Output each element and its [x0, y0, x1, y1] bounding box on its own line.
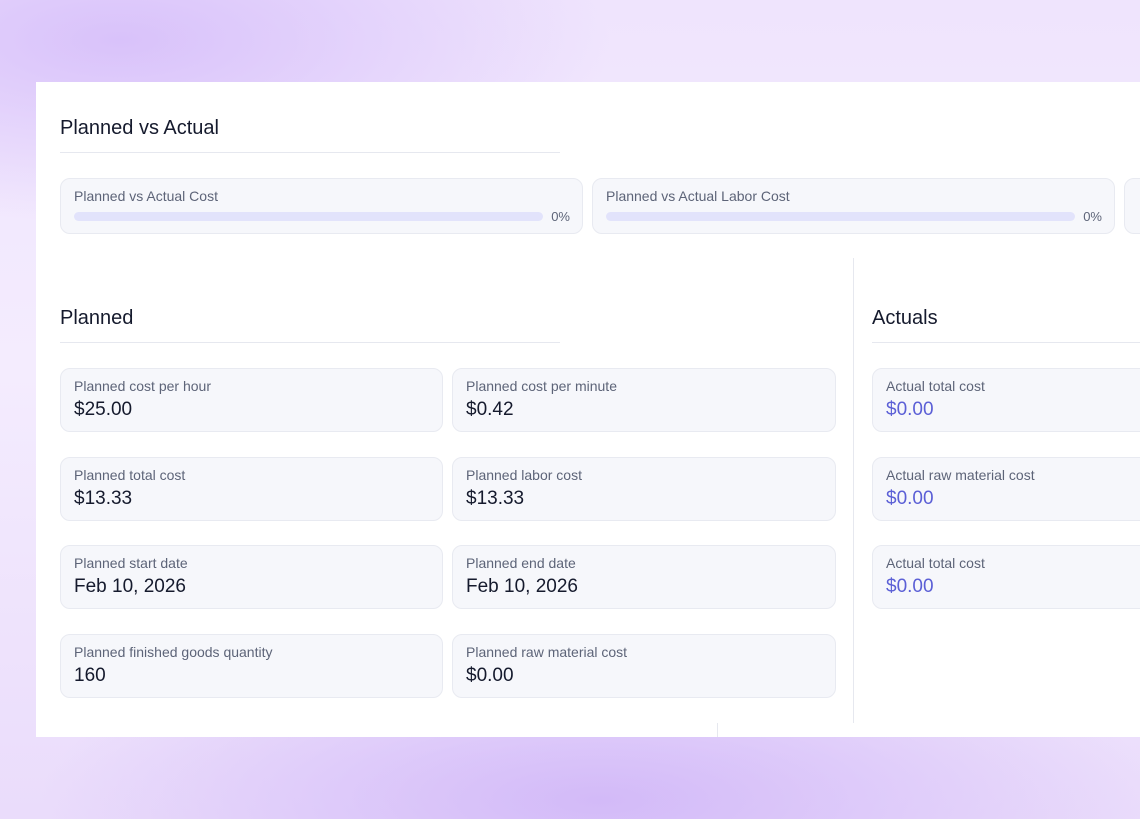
- card-label: Planned finished goods quantity: [74, 644, 273, 660]
- card-value: $0.00: [466, 665, 514, 686]
- card-label: Planned raw material cost: [466, 644, 628, 660]
- card-value: Feb 10, 2026: [74, 576, 186, 597]
- card-actual-raw-material-cost: Actual raw material cost $0.00: [872, 457, 1140, 521]
- section-divider: [60, 152, 560, 153]
- card-label: Planned cost per minute: [466, 378, 617, 394]
- progress-bar-labor-cost: [606, 212, 1075, 221]
- card-planned-start-date: Planned start date Feb 10, 2026: [60, 545, 443, 609]
- column-divider-bottom: [717, 723, 718, 737]
- card-label: Planned labor cost: [466, 467, 582, 483]
- card-value: $13.33: [74, 488, 133, 509]
- card-label: Planned cost per hour: [74, 378, 211, 394]
- section-divider: [60, 342, 560, 343]
- card-planned-total-cost: Planned total cost $13.33: [60, 457, 443, 521]
- card-value: 160: [74, 665, 106, 686]
- planned-vs-actual-panel: Planned vs Actual Planned vs Actual Cost…: [36, 82, 1140, 737]
- card-value: $13.33: [466, 488, 525, 509]
- metric-card-labor-cost: Planned vs Actual Labor Cost 0%: [592, 178, 1115, 234]
- card-value: Feb 10, 2026: [466, 576, 578, 597]
- metric-card-cost: Planned vs Actual Cost 0%: [60, 178, 583, 234]
- card-label: Actual raw material cost: [886, 467, 1035, 483]
- section-title-actuals: Actuals: [872, 307, 938, 329]
- card-planned-raw-material-cost: Planned raw material cost $0.00: [452, 634, 836, 698]
- metric-card-partial: [1124, 178, 1140, 234]
- card-actual-total-cost: Actual total cost $0.00: [872, 368, 1140, 432]
- progress-percent: 0%: [1083, 209, 1102, 224]
- card-value: $0.00: [886, 488, 934, 509]
- column-divider: [853, 258, 854, 723]
- card-value: $0.00: [886, 576, 934, 597]
- card-label: Planned total cost: [74, 467, 186, 483]
- card-value: $0.42: [466, 399, 514, 420]
- progress-percent: 0%: [551, 209, 570, 224]
- section-title-planned-vs-actual: Planned vs Actual: [60, 117, 219, 139]
- card-actual-total-cost-2: Actual total cost $0.00: [872, 545, 1140, 609]
- card-planned-cost-per-minute: Planned cost per minute $0.42: [452, 368, 836, 432]
- card-label: Actual total cost: [886, 555, 985, 571]
- card-label: Actual total cost: [886, 378, 985, 394]
- card-label: Planned start date: [74, 555, 188, 571]
- card-planned-cost-per-hour: Planned cost per hour $25.00: [60, 368, 443, 432]
- metric-label: Planned vs Actual Labor Cost: [606, 188, 790, 204]
- section-divider: [872, 342, 1140, 343]
- card-planned-finished-goods-quantity: Planned finished goods quantity 160: [60, 634, 443, 698]
- progress-bar-cost: [74, 212, 543, 221]
- card-planned-labor-cost: Planned labor cost $13.33: [452, 457, 836, 521]
- metric-label: Planned vs Actual Cost: [74, 188, 218, 204]
- card-value: $25.00: [74, 399, 133, 420]
- section-title-planned: Planned: [60, 307, 134, 329]
- card-label: Planned end date: [466, 555, 576, 571]
- card-value: $0.00: [886, 399, 934, 420]
- card-planned-end-date: Planned end date Feb 10, 2026: [452, 545, 836, 609]
